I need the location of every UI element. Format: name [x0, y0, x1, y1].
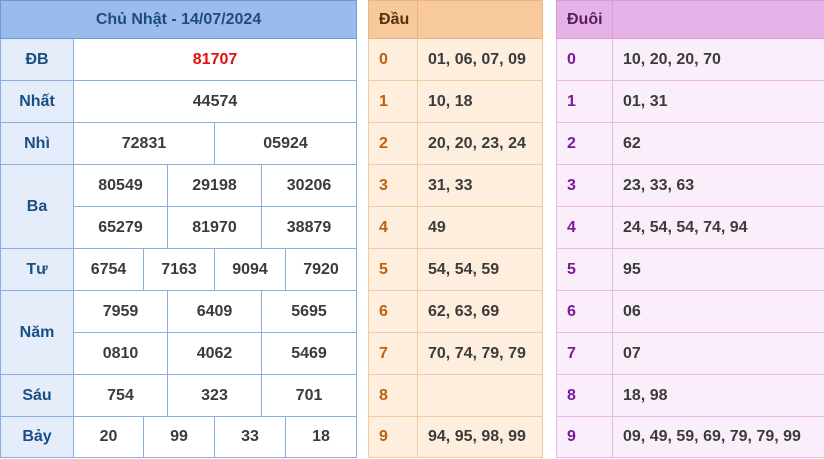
prize-value: 20: [73, 416, 144, 458]
dau-values: 31, 33: [417, 164, 543, 207]
prize-value: 5469: [260, 332, 358, 375]
duoi-digit: 3: [556, 164, 613, 207]
dau-values: 54, 54, 59: [417, 248, 543, 291]
prize-value: 81970: [167, 206, 262, 249]
duoi-digit: 4: [556, 206, 613, 249]
dau-values: 70, 74, 79, 79: [417, 332, 543, 375]
dau-values: 10, 18: [417, 80, 543, 123]
duoi-values: 01, 31: [612, 80, 824, 123]
prize-label-tu: Tư: [0, 248, 74, 291]
dau-digit: 9: [368, 416, 418, 458]
duoi-digit: 8: [556, 374, 613, 417]
prize-value: 05924: [213, 122, 358, 165]
prize-value: 7920: [284, 248, 358, 291]
duoi-header-blank: [612, 0, 824, 39]
prize-label-ba: Ba: [0, 164, 74, 249]
prize-value: 9094: [214, 248, 286, 291]
prize-value: 4062: [167, 332, 262, 375]
prize-value: 323: [167, 374, 262, 417]
duoi-digit: 0: [556, 38, 613, 81]
duoi-values: 23, 33, 63: [612, 164, 824, 207]
prize-label-sau: Sáu: [0, 374, 74, 417]
prize-label-db: ĐB: [0, 38, 74, 81]
dau-digit: 4: [368, 206, 418, 249]
dau-digit: 5: [368, 248, 418, 291]
duoi-header: Đuôi: [556, 0, 613, 39]
dau-digit: 8: [368, 374, 418, 417]
prize-value: 80549: [73, 164, 168, 207]
prize-value: 38879: [260, 206, 358, 249]
prize-value: 701: [260, 374, 358, 417]
prize-value: 0810: [73, 332, 168, 375]
prize-value: 5695: [260, 290, 358, 333]
duoi-values: 62: [612, 122, 824, 165]
dau-header: Đầu: [368, 0, 418, 39]
prize-value: 18: [284, 416, 358, 458]
duoi-digit: 5: [556, 248, 613, 291]
prize-value: 29198: [167, 164, 262, 207]
prize-value: 72831: [73, 122, 215, 165]
prize-value: 754: [73, 374, 168, 417]
duoi-digit: 7: [556, 332, 613, 375]
duoi-digit: 6: [556, 290, 613, 333]
duoi-values: 24, 54, 54, 74, 94: [612, 206, 824, 249]
duoi-values: 07: [612, 332, 824, 375]
prize-value: 30206: [260, 164, 358, 207]
prize-value: 33: [214, 416, 286, 458]
prize-value: 99: [143, 416, 215, 458]
duoi-digit: 9: [556, 416, 613, 458]
prize-label-nhat: Nhất: [0, 80, 74, 123]
dau-values: 20, 20, 23, 24: [417, 122, 543, 165]
duoi-values: 18, 98: [612, 374, 824, 417]
prize-value: 7959: [73, 290, 168, 333]
prize-value: 6754: [73, 248, 144, 291]
dau-digit: 1: [368, 80, 418, 123]
dau-digit: 3: [368, 164, 418, 207]
dau-digit: 7: [368, 332, 418, 375]
duoi-values: 95: [612, 248, 824, 291]
duoi-digit: 2: [556, 122, 613, 165]
duoi-digit: 1: [556, 80, 613, 123]
duoi-values: 06: [612, 290, 824, 333]
dau-values: [417, 374, 543, 417]
dau-digit: 0: [368, 38, 418, 81]
prize-label-nam: Năm: [0, 290, 74, 375]
duoi-values: 10, 20, 20, 70: [612, 38, 824, 81]
dau-values: 01, 06, 07, 09: [417, 38, 543, 81]
prize-value: 81707: [72, 38, 358, 81]
duoi-values: 09, 49, 59, 69, 79, 79, 99: [612, 416, 824, 458]
dau-values: 49: [417, 206, 543, 249]
results-date-header: Chủ Nhật - 14/07/2024: [0, 0, 358, 39]
duoi-table: Đuôi 0 10, 20, 20, 70 1 01, 31 2 62 3 23, 33…: [556, 0, 824, 458]
prize-value: 44574: [72, 80, 358, 123]
dau-header-blank: [417, 0, 543, 39]
results-table: Chủ Nhật - 14/07/2024 ĐB 81707 Nhất 4457…: [0, 0, 358, 458]
dau-values: 94, 95, 98, 99: [417, 416, 543, 458]
dau-values: 62, 63, 69: [417, 290, 543, 333]
prize-value: 6409: [167, 290, 262, 333]
dau-digit: 6: [368, 290, 418, 333]
prize-value: 65279: [73, 206, 168, 249]
prize-value: 7163: [143, 248, 215, 291]
dau-table: Đầu 0 01, 06, 07, 09 1 10, 18 2 20, 20, 23,…: [368, 0, 543, 458]
dau-digit: 2: [368, 122, 418, 165]
prize-label-bay: Bảy: [0, 416, 74, 458]
prize-label-nhi: Nhì: [0, 122, 74, 165]
